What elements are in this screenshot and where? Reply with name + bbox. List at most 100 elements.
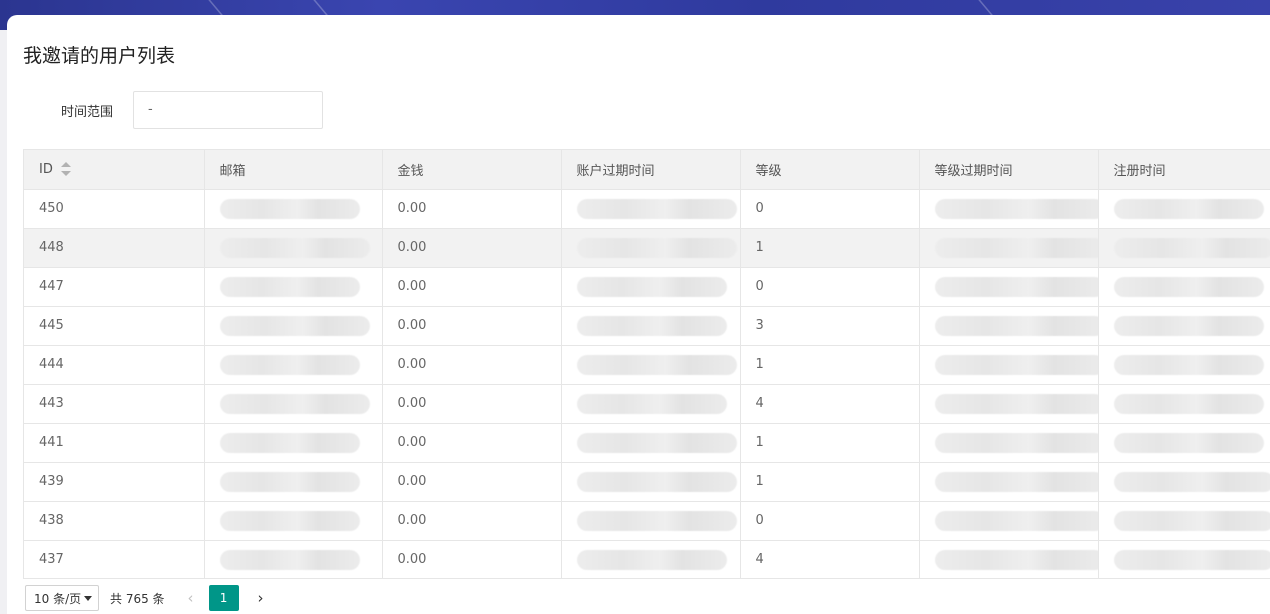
cell-money: 0.00 bbox=[382, 384, 562, 424]
cell-email-redacted bbox=[204, 501, 383, 541]
redaction-mask bbox=[1113, 198, 1264, 219]
cell-id: 441 bbox=[24, 423, 205, 463]
cell-id: 438 bbox=[24, 501, 205, 541]
cell-level-expiry-redacted bbox=[919, 423, 1099, 463]
redaction-mask bbox=[1113, 354, 1264, 375]
column-header-email: 邮箱 bbox=[204, 150, 383, 190]
column-header-money: 金钱 bbox=[382, 150, 562, 190]
redaction-mask bbox=[1113, 510, 1270, 531]
redaction-mask bbox=[934, 315, 1097, 336]
cell-email-redacted bbox=[204, 345, 383, 385]
redaction-mask bbox=[934, 510, 1097, 531]
cell-id: 448 bbox=[24, 228, 205, 268]
redaction-mask bbox=[934, 393, 1097, 414]
cell-register-time-redacted bbox=[1098, 306, 1270, 346]
content-card: 我邀请的用户列表 时间范围 - ID 邮箱 金钱 账户过期时间 等级 等级过期时… bbox=[7, 15, 1270, 614]
cell-level: 3 bbox=[740, 306, 920, 346]
redaction-mask bbox=[576, 393, 727, 414]
redaction-mask bbox=[934, 432, 1097, 453]
redaction-mask bbox=[1113, 276, 1264, 297]
total-count: 共 765 条 bbox=[110, 591, 165, 606]
redaction-mask bbox=[576, 198, 737, 219]
header-decoration bbox=[208, 0, 224, 16]
chevron-right-icon[interactable]: › bbox=[249, 585, 273, 611]
redaction-mask bbox=[934, 354, 1097, 375]
cell-level: 4 bbox=[740, 384, 920, 424]
cell-account-expiry-redacted bbox=[561, 540, 741, 578]
table-row: 448 0.00 1 bbox=[24, 228, 1270, 268]
cell-level: 1 bbox=[740, 423, 920, 463]
page-number-current[interactable]: 1 bbox=[208, 585, 239, 611]
cell-register-time-redacted bbox=[1098, 228, 1270, 268]
redaction-mask bbox=[219, 198, 360, 219]
cell-register-time-redacted bbox=[1098, 462, 1270, 502]
cell-money: 0.00 bbox=[382, 228, 562, 268]
time-range-input[interactable]: - bbox=[133, 91, 323, 129]
redaction-mask bbox=[576, 549, 727, 570]
table-row: 444 0.00 1 bbox=[24, 345, 1270, 385]
cell-level-expiry-redacted bbox=[919, 501, 1099, 541]
column-header-level-expiry: 等级过期时间 bbox=[919, 150, 1099, 190]
cell-level: 1 bbox=[740, 228, 920, 268]
table-header-row: ID 邮箱 金钱 账户过期时间 等级 等级过期时间 注册时间 bbox=[24, 150, 1270, 190]
redaction-mask bbox=[219, 354, 360, 375]
table-row: 445 0.00 3 bbox=[24, 306, 1270, 346]
cell-money: 0.00 bbox=[382, 267, 562, 307]
table-row: 438 0.00 0 bbox=[24, 501, 1270, 541]
redaction-mask bbox=[1113, 393, 1264, 414]
cell-money: 0.00 bbox=[382, 462, 562, 502]
cell-money: 0.00 bbox=[382, 345, 562, 385]
cell-id: 439 bbox=[24, 462, 205, 502]
invited-users-table: ID 邮箱 金钱 账户过期时间 等级 等级过期时间 注册时间 450 0.00 … bbox=[23, 149, 1270, 579]
page-size-value: 10 条/页 bbox=[34, 591, 82, 606]
pagination: 10 条/页 共 765 条 ‹ 1 › bbox=[25, 585, 273, 611]
cell-account-expiry-redacted bbox=[561, 501, 741, 541]
cell-level: 0 bbox=[740, 501, 920, 541]
cell-level-expiry-redacted bbox=[919, 462, 1099, 502]
cell-money: 0.00 bbox=[382, 189, 562, 229]
caret-down-icon bbox=[84, 595, 92, 601]
redaction-mask bbox=[219, 471, 360, 492]
cell-level-expiry-redacted bbox=[919, 345, 1099, 385]
cell-level-expiry-redacted bbox=[919, 306, 1099, 346]
cell-level: 4 bbox=[740, 540, 920, 578]
page-title: 我邀请的用户列表 bbox=[23, 45, 176, 67]
cell-email-redacted bbox=[204, 306, 383, 346]
cell-level-expiry-redacted bbox=[919, 189, 1099, 229]
redaction-mask bbox=[934, 549, 1097, 570]
sort-icon[interactable] bbox=[60, 162, 71, 177]
table-row: 437 0.00 4 bbox=[24, 540, 1270, 578]
header-decoration bbox=[978, 0, 994, 16]
table-row: 447 0.00 0 bbox=[24, 267, 1270, 307]
cell-register-time-redacted bbox=[1098, 189, 1270, 229]
cell-email-redacted bbox=[204, 462, 383, 502]
cell-register-time-redacted bbox=[1098, 345, 1270, 385]
redaction-mask bbox=[219, 315, 370, 336]
cell-account-expiry-redacted bbox=[561, 189, 741, 229]
cell-id: 444 bbox=[24, 345, 205, 385]
table-row: 439 0.00 1 bbox=[24, 462, 1270, 502]
redaction-mask bbox=[219, 549, 360, 570]
redaction-mask bbox=[934, 237, 1097, 258]
cell-id: 450 bbox=[24, 189, 205, 229]
column-header-id[interactable]: ID bbox=[24, 150, 205, 190]
page-size-select[interactable]: 10 条/页 bbox=[25, 585, 99, 611]
redaction-mask bbox=[219, 510, 360, 531]
chevron-left-icon[interactable]: ‹ bbox=[179, 585, 203, 611]
redaction-mask bbox=[934, 471, 1097, 492]
cell-id: 437 bbox=[24, 540, 205, 578]
redaction-mask bbox=[576, 432, 737, 453]
redaction-mask bbox=[934, 198, 1097, 219]
cell-level: 1 bbox=[740, 345, 920, 385]
cell-money: 0.00 bbox=[382, 501, 562, 541]
cell-email-redacted bbox=[204, 189, 383, 229]
cell-account-expiry-redacted bbox=[561, 306, 741, 346]
cell-level: 0 bbox=[740, 267, 920, 307]
redaction-mask bbox=[576, 510, 737, 531]
cell-id: 445 bbox=[24, 306, 205, 346]
cell-level-expiry-redacted bbox=[919, 228, 1099, 268]
cell-level-expiry-redacted bbox=[919, 540, 1099, 578]
table-row: 441 0.00 1 bbox=[24, 423, 1270, 463]
redaction-mask bbox=[576, 237, 737, 258]
redaction-mask bbox=[576, 276, 727, 297]
